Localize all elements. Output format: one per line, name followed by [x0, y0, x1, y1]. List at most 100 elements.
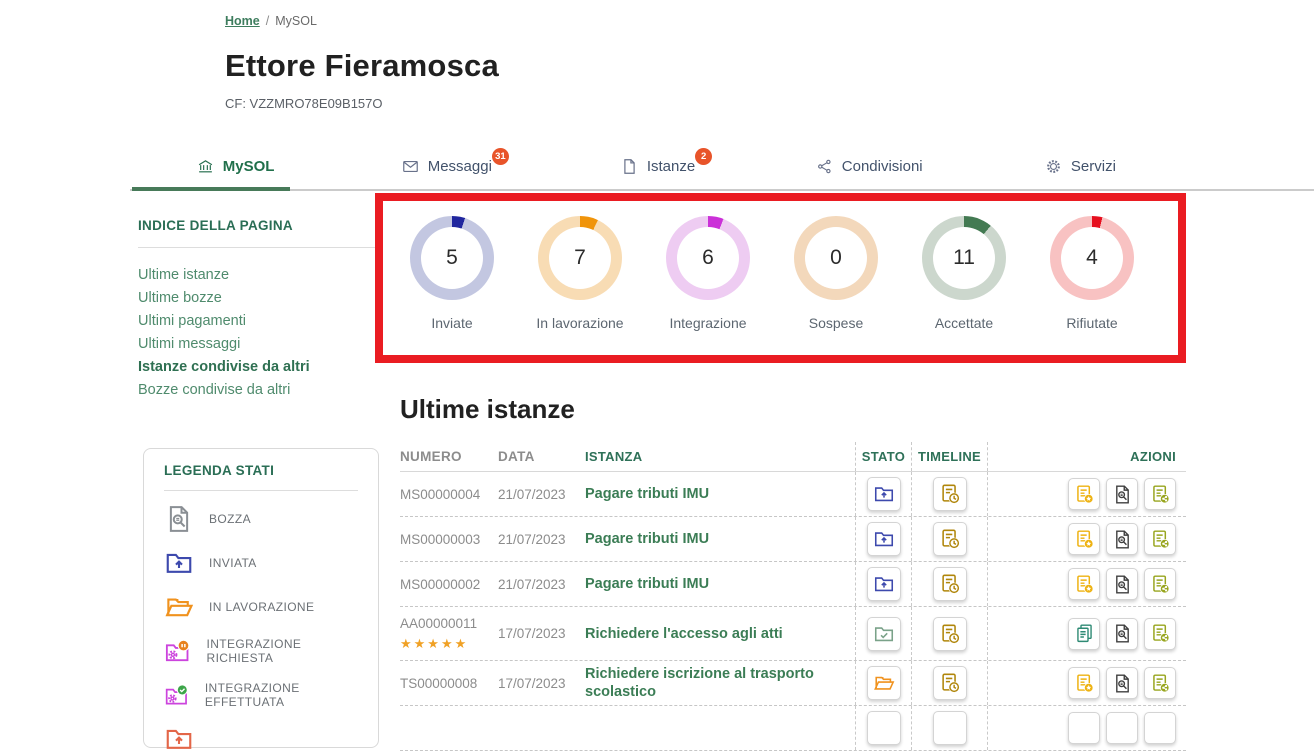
breadcrumb-current: MySOL: [275, 14, 317, 28]
rate-action-button[interactable]: [1068, 568, 1100, 600]
col-header-numero: NUMERO: [400, 449, 498, 464]
istanza-number: MS00000004: [400, 487, 498, 502]
istanza-link[interactable]: Richiedere iscrizione al trasporto scola…: [585, 666, 814, 700]
rate-action-button[interactable]: [1068, 667, 1100, 699]
donut-value: 6: [666, 216, 750, 300]
detail-action-button[interactable]: [1106, 667, 1138, 699]
timeline-button[interactable]: [933, 617, 967, 651]
document-clock-icon: [939, 483, 961, 505]
donut-label: In lavorazione: [536, 315, 623, 331]
document-copy-icon: [1074, 623, 1095, 644]
share-action-button[interactable]: [1144, 568, 1176, 600]
donut-integrazione: 6 Integrazione: [666, 216, 750, 355]
duplicate-action-button[interactable]: [1068, 618, 1100, 650]
status-inviata-button[interactable]: [867, 567, 901, 601]
sidebar-item-ultimi-messaggi[interactable]: Ultimi messaggi: [138, 333, 383, 356]
donut-sospese: 0 Sospese: [794, 216, 878, 355]
folder-upload-icon: [873, 573, 895, 595]
draft-document-search-icon: [164, 504, 194, 534]
document-share-icon: [1150, 623, 1171, 644]
share-action-button[interactable]: [1144, 618, 1176, 650]
timeline-button[interactable]: [933, 567, 967, 601]
folder-open-icon: [164, 592, 194, 622]
document-share-icon: [1150, 673, 1171, 694]
status-accettata-button[interactable]: [867, 617, 901, 651]
share-action-button[interactable]: [1144, 478, 1176, 510]
detail-action-button[interactable]: [1106, 478, 1138, 510]
donut-chart: 7: [538, 216, 622, 300]
legend-item-integrazione-effettuata: INTEGRAZIONE EFFETTUATA: [164, 680, 358, 710]
istanza-date: 21/07/2023: [498, 487, 585, 502]
folder-check-icon: [873, 623, 895, 645]
donut-chart: 6: [666, 216, 750, 300]
istanza-link[interactable]: Pagare tributi IMU: [585, 486, 709, 502]
table-header: NUMERO DATA ISTANZA STATO TIMELINE AZION…: [400, 442, 1186, 472]
active-tab-indicator: [132, 187, 290, 191]
tab-servizi[interactable]: Servizi: [975, 144, 1186, 189]
share-action-button[interactable]: [1144, 667, 1176, 699]
col-header-data: DATA: [498, 449, 585, 464]
tab-label: Messaggi31: [428, 158, 492, 175]
ultime-istanze-table: NUMERO DATA ISTANZA STATO TIMELINE AZION…: [400, 442, 1186, 751]
istanza-link[interactable]: Pagare tributi IMU: [585, 576, 709, 592]
breadcrumb-home-link[interactable]: Home: [225, 14, 260, 28]
document-search-icon: [1112, 484, 1133, 505]
donut-chart: 4: [1050, 216, 1134, 300]
bank-icon: [197, 158, 214, 175]
timeline-button[interactable]: [933, 666, 967, 700]
share-action-button[interactable]: [1144, 523, 1176, 555]
table-row-partial: [400, 706, 1186, 751]
timeline-button[interactable]: [933, 477, 967, 511]
tab-messaggi[interactable]: Messaggi31: [341, 144, 552, 189]
donut-value: 0: [794, 216, 878, 300]
table-row: MS00000003 21/07/2023 Pagare tributi IMU: [400, 517, 1186, 562]
sidebar-item-ultimi-pagamenti[interactable]: Ultimi pagamenti: [138, 310, 383, 333]
donut-inviate: 5 Inviate: [410, 216, 494, 355]
legend-item-integrazione-richiesta: INTEGRAZIONE RICHIESTA: [164, 636, 358, 666]
document-search-icon: [1112, 623, 1133, 644]
status-in-lavorazione-button[interactable]: [867, 666, 901, 700]
tab-istanze[interactable]: Istanze2: [552, 144, 763, 189]
breadcrumb-separator: /: [266, 14, 269, 28]
istanza-number: TS00000008: [400, 676, 498, 691]
status-inviata-button[interactable]: [867, 477, 901, 511]
timeline-button[interactable]: [933, 711, 967, 745]
legend-item-label: IN LAVORAZIONE: [209, 600, 314, 614]
tabbar-divider: [130, 189, 1314, 191]
tab-label: Condivisioni: [842, 158, 923, 175]
document-star-icon: [1074, 484, 1095, 505]
legend-item-in-lavorazione: IN LAVORAZIONE: [164, 592, 358, 622]
folder-upload-icon: [164, 548, 194, 578]
istanza-link[interactable]: Pagare tributi IMU: [585, 531, 709, 547]
istanza-link[interactable]: Richiedere l'accesso agli atti: [585, 626, 783, 642]
detail-action-button[interactable]: [1106, 618, 1138, 650]
donut-label: Rifiutate: [1066, 315, 1117, 331]
page-index-title: INDICE DELLA PAGINA: [138, 218, 383, 233]
folder-gear-pause-icon: [164, 636, 192, 666]
detail-action-button[interactable]: [1106, 523, 1138, 555]
timeline-button[interactable]: [933, 522, 967, 556]
rate-action-button[interactable]: [1068, 523, 1100, 555]
donut-accettate: 11 Accettate: [922, 216, 1006, 355]
tab-condivisioni[interactable]: Condivisioni: [764, 144, 975, 189]
rate-action-button[interactable]: [1068, 478, 1100, 510]
col-header-timeline: TIMELINE: [911, 442, 987, 471]
tab-mysol[interactable]: MySOL: [130, 144, 341, 189]
donut-value: 4: [1050, 216, 1134, 300]
donut-chart: 0: [794, 216, 878, 300]
sidebar-item-ultime-istanze[interactable]: Ultime istanze: [138, 264, 383, 287]
donut-label: Inviate: [431, 315, 472, 331]
table-row: MS00000004 21/07/2023 Pagare tributi IMU: [400, 472, 1186, 517]
sidebar-item-bozze-condivise[interactable]: Bozze condivise da altri: [138, 379, 383, 402]
donut-label: Sospese: [809, 315, 863, 331]
status-inviata-button[interactable]: [867, 522, 901, 556]
envelope-icon: [402, 158, 419, 175]
folder-upload-icon: [873, 528, 895, 550]
status-button[interactable]: [867, 711, 901, 745]
sidebar-item-istanze-condivise[interactable]: Istanze condivise da altri: [138, 356, 383, 379]
detail-action-button[interactable]: [1106, 568, 1138, 600]
sidebar-item-ultime-bozze[interactable]: Ultime bozze: [138, 287, 383, 310]
col-header-istanza: ISTANZA: [585, 449, 855, 464]
breadcrumb: Home / MySOL: [225, 14, 317, 28]
istanze-count-badge: 2: [695, 148, 712, 165]
